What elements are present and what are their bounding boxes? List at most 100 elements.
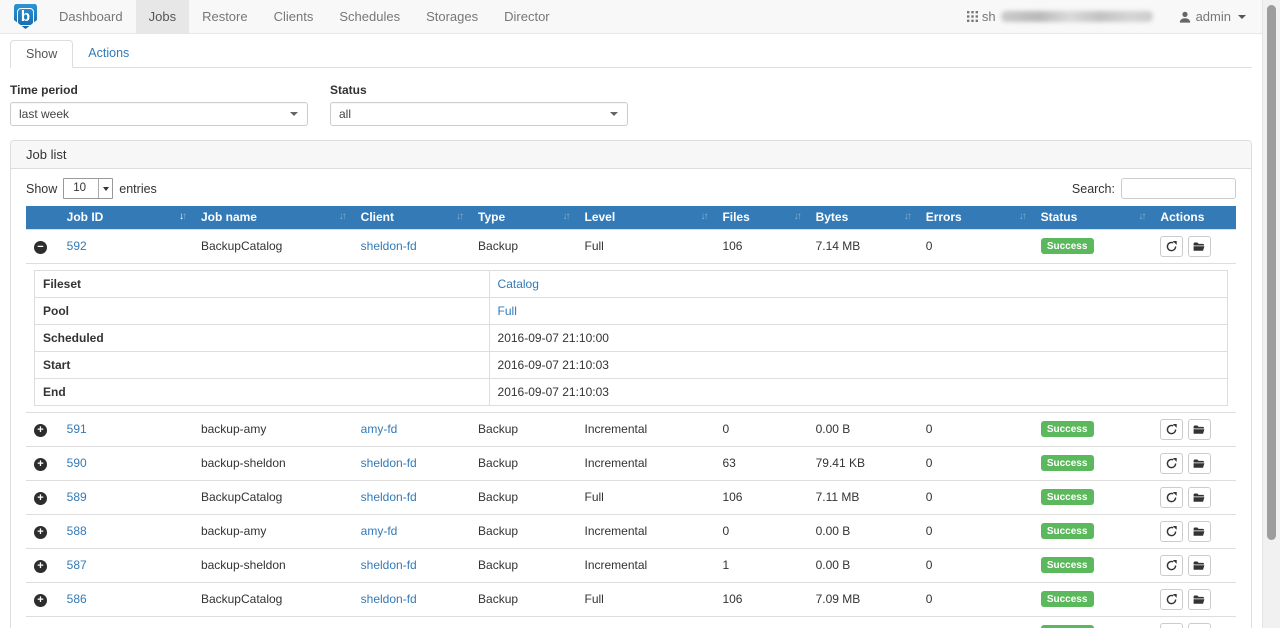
expand-row-toggle[interactable]: − [34, 241, 47, 254]
tab-bar: ShowActions [10, 40, 1252, 68]
time-period-label: Time period [10, 83, 308, 97]
column-header-files[interactable]: Files↓↑ [714, 206, 807, 229]
expand-row-toggle[interactable]: + [34, 458, 47, 471]
detail-value-link[interactable]: Full [498, 304, 517, 318]
browse-files-button[interactable] [1188, 419, 1211, 440]
type-cell: Backup [470, 229, 576, 263]
job-id-link[interactable]: 591 [67, 422, 87, 436]
column-header-job-name[interactable]: Job name↓↑ [193, 206, 353, 229]
rerun-job-button[interactable] [1160, 487, 1183, 508]
column-header-expander [26, 206, 59, 229]
navbar: b DashboardJobsRestoreClientsSchedulesSt… [0, 0, 1262, 34]
files-cell: 0 [714, 616, 807, 628]
tab-show[interactable]: Show [10, 40, 73, 68]
table-row: + 590 backup-sheldon sheldon-fd Backup I… [26, 446, 1236, 480]
job-id-link[interactable]: 586 [67, 592, 87, 606]
job-id-link[interactable]: 590 [67, 456, 87, 470]
client-link[interactable]: sheldon-fd [361, 239, 417, 253]
job-id-link[interactable]: 592 [67, 239, 87, 253]
expand-row-toggle[interactable]: + [34, 526, 47, 539]
rerun-job-button[interactable] [1160, 589, 1183, 610]
rerun-icon [1166, 560, 1177, 571]
page-scrollbar[interactable] [1262, 0, 1280, 628]
type-cell: Backup [470, 514, 576, 548]
column-header-type[interactable]: Type↓↑ [470, 206, 576, 229]
expand-row-toggle[interactable]: + [34, 492, 47, 505]
detail-value: Full [489, 297, 1227, 324]
browse-files-button[interactable] [1188, 453, 1211, 474]
files-cell: 0 [714, 412, 807, 446]
client-link[interactable]: sheldon-fd [361, 592, 417, 606]
detail-row: Fileset Catalog [35, 270, 1228, 297]
detail-row: End 2016-09-07 21:10:03 [35, 378, 1228, 405]
nav-item-clients[interactable]: Clients [261, 0, 327, 33]
rerun-job-button[interactable] [1160, 419, 1183, 440]
nav-item-jobs[interactable]: Jobs [136, 0, 189, 33]
client-link[interactable]: sheldon-fd [361, 456, 417, 470]
rerun-job-button[interactable] [1160, 521, 1183, 542]
job-id-link[interactable]: 589 [67, 490, 87, 504]
rerun-job-button[interactable] [1160, 453, 1183, 474]
expand-row-toggle[interactable]: + [34, 424, 47, 437]
expand-row-toggle[interactable]: + [34, 594, 47, 607]
client-link[interactable]: sheldon-fd [361, 558, 417, 572]
rerun-job-button[interactable] [1160, 555, 1183, 576]
column-header-status[interactable]: Status↓↑ [1033, 206, 1153, 229]
user-icon [1179, 11, 1191, 23]
sort-icon: ↓↑ [700, 211, 706, 222]
expand-row-toggle[interactable]: + [34, 560, 47, 573]
browse-files-button[interactable] [1188, 236, 1211, 257]
job-name-cell: backup-sheldon [193, 548, 353, 582]
sort-icon: ↓↑ [1019, 211, 1025, 222]
nav-item-restore[interactable]: Restore [189, 0, 261, 33]
sort-icon: ↓↑ [794, 211, 800, 222]
browse-files-button[interactable] [1188, 623, 1211, 628]
scrollbar-thumb[interactable] [1267, 5, 1276, 540]
browse-files-button[interactable] [1188, 589, 1211, 610]
browse-files-button[interactable] [1188, 521, 1211, 542]
job-id-link[interactable]: 587 [67, 558, 87, 572]
rerun-job-button[interactable] [1160, 236, 1183, 257]
errors-cell: 0 [918, 229, 1033, 263]
browse-files-button[interactable] [1188, 487, 1211, 508]
time-period-value: last week [19, 107, 69, 121]
status-select[interactable]: all [330, 102, 628, 126]
rerun-job-button[interactable] [1160, 623, 1183, 628]
client-link[interactable]: amy-fd [361, 524, 398, 538]
page-length-select[interactable]: 10 [63, 178, 113, 199]
folder-icon [1193, 594, 1205, 605]
search-input[interactable] [1121, 178, 1236, 199]
table-row: + 586 BackupCatalog sheldon-fd Backup Fu… [26, 582, 1236, 616]
bareos-logo[interactable]: b [14, 4, 37, 29]
client-link[interactable]: sheldon-fd [361, 490, 417, 504]
job-detail-table: Fileset Catalog Pool Full Scheduled 2016… [34, 270, 1228, 406]
caret-down-icon [610, 112, 618, 116]
column-header-level[interactable]: Level↓↑ [577, 206, 715, 229]
client-link[interactable]: amy-fd [361, 422, 398, 436]
time-period-select[interactable]: last week [10, 102, 308, 126]
panel-title: Job list [11, 141, 1251, 169]
browse-files-button[interactable] [1188, 555, 1211, 576]
nav-item-storages[interactable]: Storages [413, 0, 491, 33]
column-header-errors[interactable]: Errors↓↑ [918, 206, 1033, 229]
nav-item-director[interactable]: Director [491, 0, 563, 33]
user-menu[interactable]: admin [1179, 9, 1246, 24]
detail-value-link[interactable]: Catalog [498, 277, 539, 291]
job-table: Job ID↓↑Job name↓↑Client↓↑Type↓↑Level↓↑F… [26, 206, 1236, 628]
page: b DashboardJobsRestoreClientsSchedulesSt… [0, 0, 1262, 628]
job-id-link[interactable]: 588 [67, 524, 87, 538]
column-header-actions[interactable]: Actions [1152, 206, 1236, 229]
search-label: Search: [1072, 182, 1115, 196]
files-cell: 106 [714, 582, 807, 616]
nav-item-dashboard[interactable]: Dashboard [46, 0, 136, 33]
page-length-value: 10 [64, 179, 98, 198]
bytes-cell: 79.41 KB [808, 446, 918, 480]
tab-actions[interactable]: Actions [73, 40, 144, 68]
caret-down-icon [290, 112, 298, 116]
column-header-client[interactable]: Client↓↑ [353, 206, 470, 229]
column-header-job-id[interactable]: Job ID↓↑ [59, 206, 193, 229]
nav-item-schedules[interactable]: Schedules [326, 0, 413, 33]
column-header-bytes[interactable]: Bytes↓↑ [808, 206, 918, 229]
bytes-cell: 0.00 B [808, 548, 918, 582]
type-cell: Backup [470, 412, 576, 446]
